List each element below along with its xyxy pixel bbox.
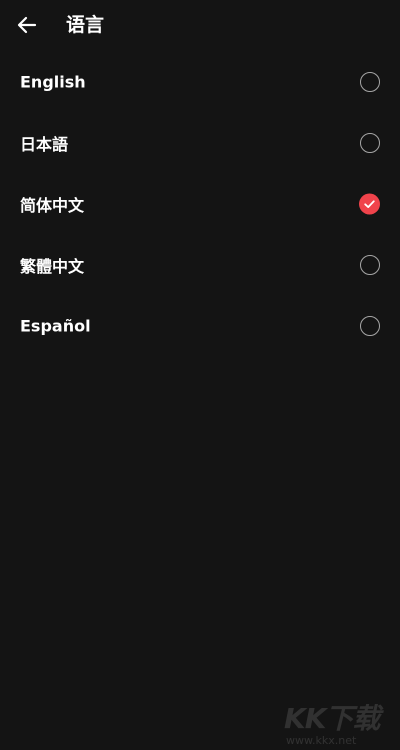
top-bar: 语言 (0, 0, 400, 50)
page-title: 语言 (66, 14, 105, 36)
radio-unchecked-icon[interactable] (360, 71, 380, 92)
watermark-url: www.kkx.net (286, 734, 357, 747)
radio-unchecked-icon[interactable] (360, 254, 380, 275)
language-list: English 日本語 简体中文 繁體中文 Español (0, 51, 400, 356)
language-label: 日本語 (20, 134, 69, 154)
watermark: KK下载 www.kkx.net (284, 697, 380, 747)
language-option-spanish[interactable]: Español (0, 295, 400, 356)
language-option-traditional-chinese[interactable]: 繁體中文 (0, 234, 400, 295)
language-label: English (20, 72, 86, 91)
back-button[interactable] (12, 10, 42, 40)
language-option-simplified-chinese[interactable]: 简体中文 (0, 173, 400, 234)
radio-unchecked-icon[interactable] (360, 132, 380, 153)
language-label: 繁體中文 (20, 256, 85, 276)
language-option-japanese[interactable]: 日本語 (0, 112, 400, 173)
radio-checked-icon[interactable] (359, 193, 380, 214)
arrow-left-icon (17, 16, 37, 34)
radio-unchecked-icon[interactable] (360, 315, 380, 336)
watermark-logo: KK下载 (284, 702, 380, 735)
language-label: Español (20, 316, 91, 335)
language-option-english[interactable]: English (0, 51, 400, 112)
checkmark-icon (359, 193, 380, 214)
language-label: 简体中文 (20, 195, 85, 215)
